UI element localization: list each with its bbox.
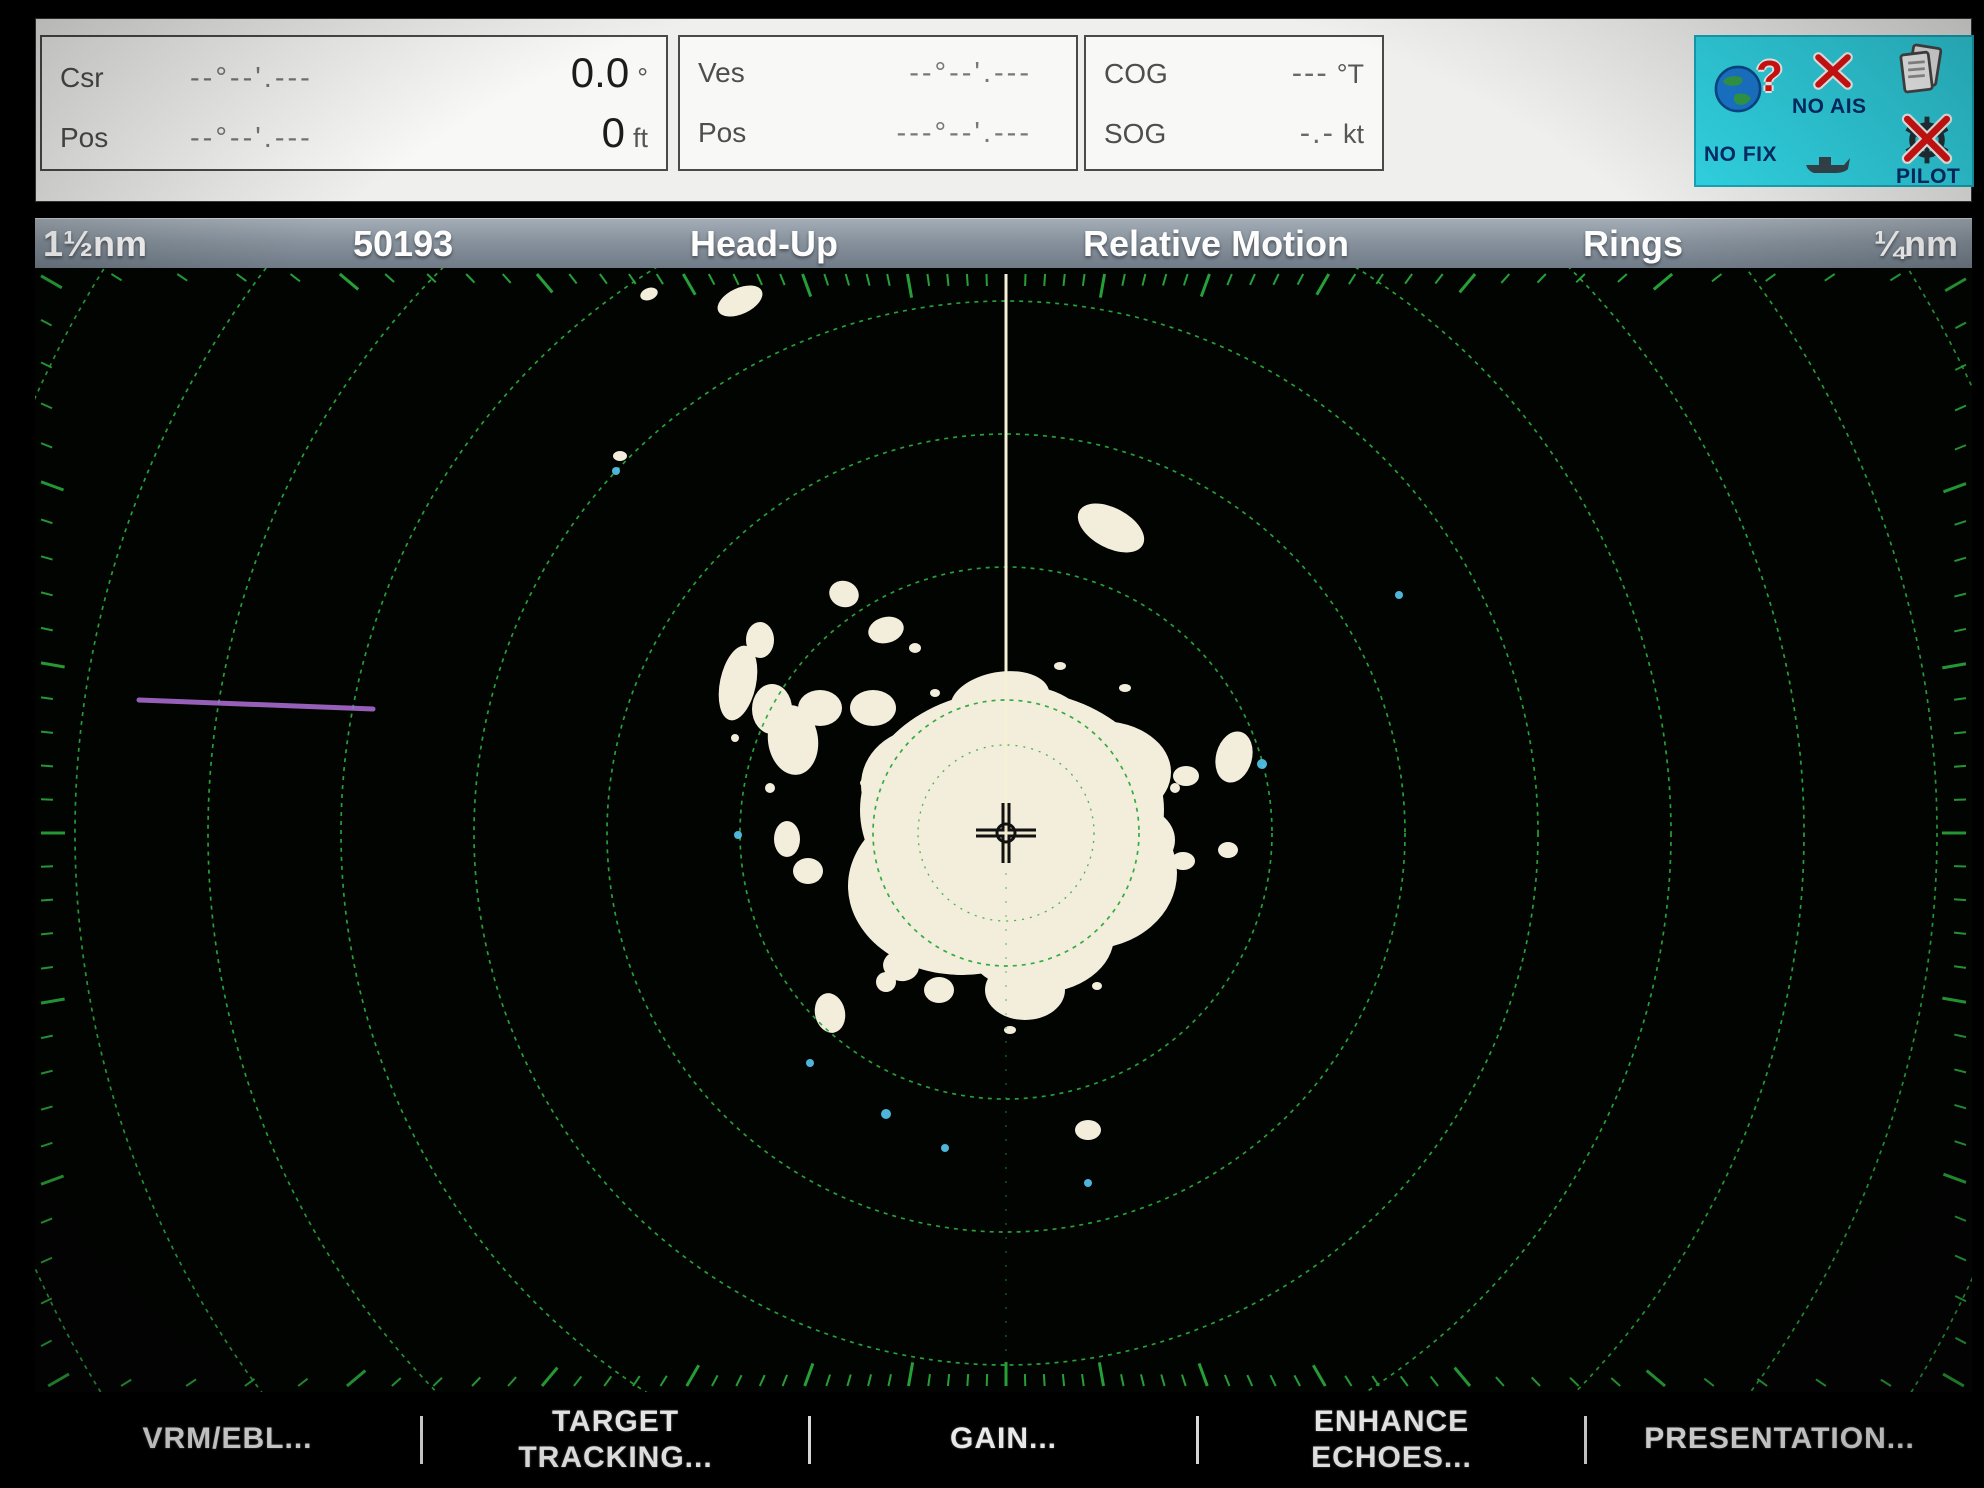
vessel-readout-box: Ves --°--'.--- Pos ---°--'.--- <box>678 35 1078 171</box>
vessel-pos-coordinate: ---°--'.--- <box>896 116 1032 149</box>
radar-ppi-display[interactable] <box>35 268 1972 1392</box>
pilot-indicator: PILOT <box>1896 165 1961 188</box>
no-ais-indicator: NO AIS <box>1792 95 1867 118</box>
question-mark-icon: ? <box>1756 52 1783 101</box>
ring-interval[interactable]: ¼nm <box>1874 223 1958 265</box>
cog-value: --- °T <box>1291 55 1364 90</box>
orientation-mode[interactable]: Head-Up <box>690 223 838 265</box>
range-scale[interactable]: 1½nm <box>43 223 147 265</box>
radar-screen: Csr --°--'.--- 0.0 ° Pos --°--'.--- 0 ft… <box>35 18 1974 1488</box>
radar-svg <box>35 268 1972 1392</box>
vessel-position-row: Pos ---°--'.--- <box>680 117 1076 150</box>
vessel-label: Ves <box>698 56 745 88</box>
menu-item-gain[interactable]: GAIN... <box>811 1392 1196 1488</box>
cursor-bearing-value: 0.0 ° <box>570 49 648 96</box>
sog-value: -.- kt <box>1299 115 1364 150</box>
interference-streak <box>136 697 376 712</box>
cursor-pos-coordinate: --°--'.--- <box>190 122 313 154</box>
cursor-depth-value: 0 ft <box>601 109 648 156</box>
no-fix-indicator: NO FIX <box>1704 143 1778 166</box>
motion-mode[interactable]: Relative Motion <box>1083 223 1349 265</box>
status-indicator-panel: ? NO FIX NO AIS PILOT <box>1694 35 1974 188</box>
radar-echoes <box>613 285 1253 1140</box>
cog-label: COG <box>1104 58 1168 89</box>
cog-sog-box: COG --- °T SOG -.- kt <box>1084 35 1384 171</box>
vessel-pos-label: Pos <box>698 116 747 148</box>
radar-display-photo: { "header": { "cursor_box": { "rows": [ … <box>0 0 1984 1488</box>
no-ais-cross-icon <box>1810 51 1856 98</box>
boat-icon <box>1804 153 1852 180</box>
rings-label[interactable]: Rings <box>1583 223 1683 265</box>
cursor-pos-label: Pos <box>60 122 109 153</box>
data-header: Csr --°--'.--- 0.0 ° Pos --°--'.--- 0 ft… <box>35 18 1974 202</box>
soft-key-menu: VRM/EBL... TARGET TRACKING... GAIN... EN… <box>35 1392 1972 1488</box>
cursor-bearing-row: Csr --°--'.--- 0.0 ° <box>42 49 666 97</box>
chart-papers-icon <box>1894 41 1950 104</box>
cursor-readout-box: Csr --°--'.--- 0.0 ° Pos --°--'.--- 0 ft <box>40 35 668 171</box>
menu-item-vrm-ebl[interactable]: VRM/EBL... <box>35 1392 420 1488</box>
vessel-row: Ves --°--'.--- <box>680 57 1076 90</box>
cursor-coordinate: --°--'.--- <box>190 62 313 94</box>
vessel-coordinate: --°--'.--- <box>909 56 1032 89</box>
tuning-value: 50193 <box>353 223 454 264</box>
sog-row: SOG -.- kt <box>1086 115 1382 151</box>
sog-label: SOG <box>1104 118 1167 149</box>
cursor-position-row: Pos --°--'.--- 0 ft <box>42 109 666 157</box>
pilot-wheel-cross-icon <box>1900 113 1954 172</box>
status-bar: 1½nm 50193 Head-Up Relative Motion Rings… <box>35 218 1972 269</box>
cursor-label: Csr <box>60 62 104 93</box>
menu-item-target-tracking[interactable]: TARGET TRACKING... <box>423 1392 808 1488</box>
cog-row: COG --- °T <box>1086 55 1382 91</box>
menu-item-presentation[interactable]: PRESENTATION... <box>1587 1392 1972 1488</box>
menu-item-enhance-echoes[interactable]: ENHANCE ECHOES... <box>1199 1392 1584 1488</box>
